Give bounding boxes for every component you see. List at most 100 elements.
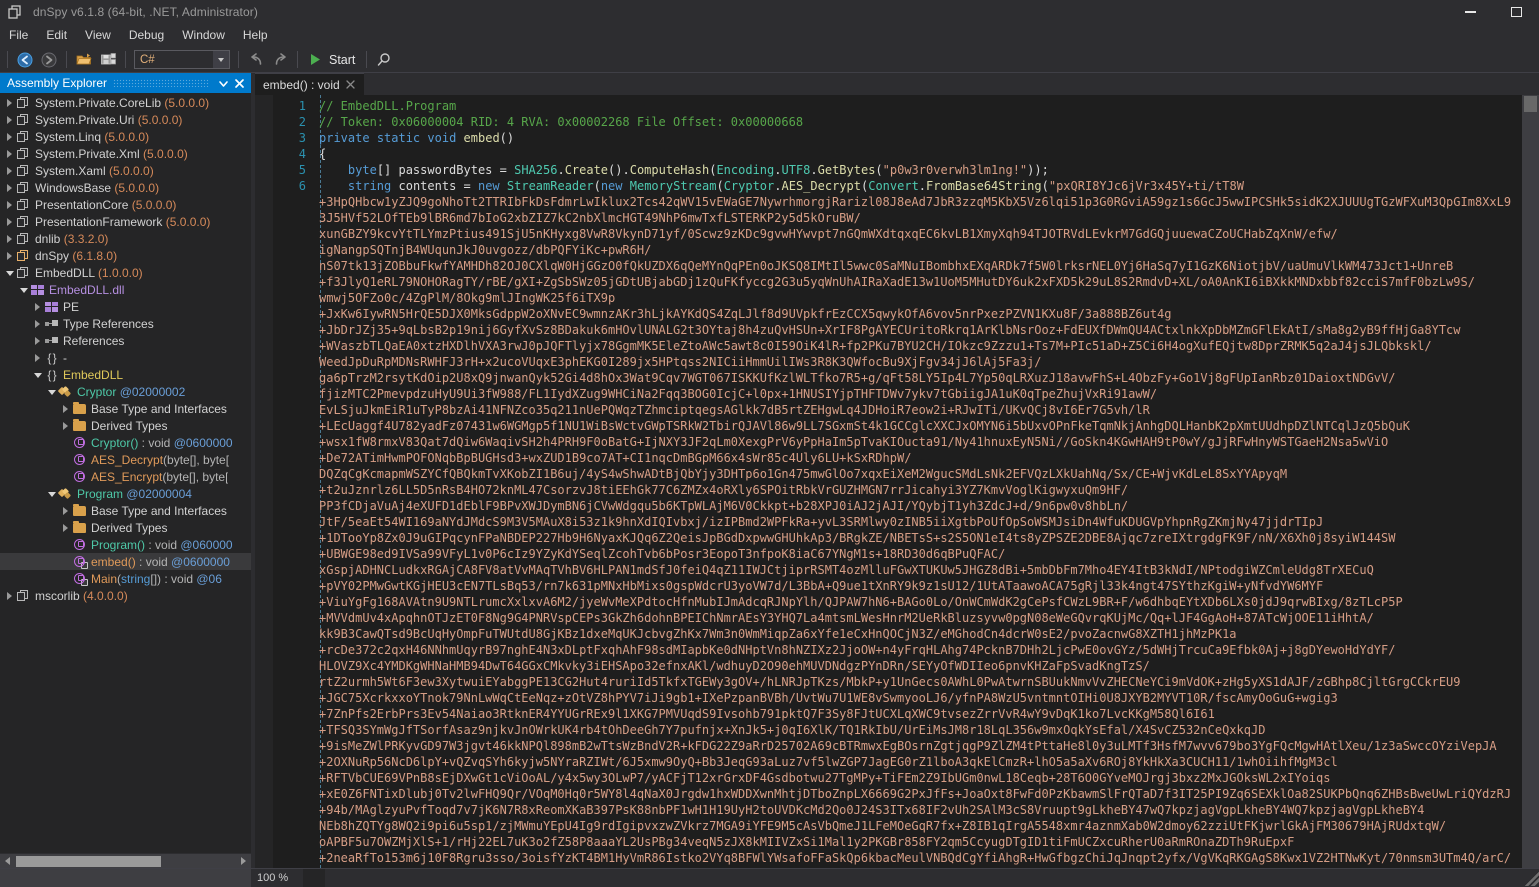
tree-node[interactable]: Cryptor() : void @0600000 — [0, 434, 251, 451]
tree-node[interactable]: { } EmbedDLL — [0, 366, 251, 383]
redo-icon[interactable] — [268, 49, 292, 71]
menu-item-debug[interactable]: Debug — [120, 25, 173, 47]
code-line-continuation: +2OXNuRp56NcD6lpY+vQZvqSYh6kyjw5NYraRZIW… — [273, 754, 1522, 770]
tree-node[interactable]: Derived Types — [0, 519, 251, 536]
tree-node[interactable]: Base Type and Interfaces — [0, 400, 251, 417]
expander-collapsed-icon[interactable] — [32, 298, 43, 315]
expander-collapsed-icon[interactable] — [32, 349, 43, 366]
save-all-icon[interactable] — [96, 49, 120, 71]
tree-node[interactable]: Type References — [0, 315, 251, 332]
tree-node[interactable]: EmbedDLL.dll — [0, 281, 251, 298]
expander-collapsed-icon[interactable] — [32, 315, 43, 332]
tree-node[interactable]: AES_Encrypt(byte[], byte[ — [0, 468, 251, 485]
expander-expanded-icon[interactable] — [18, 281, 29, 298]
start-button[interactable]: Start — [303, 49, 361, 71]
menu-item-edit[interactable]: Edit — [37, 25, 76, 47]
expander-collapsed-icon[interactable] — [60, 417, 71, 434]
expander-collapsed-icon[interactable] — [60, 400, 71, 417]
toolbar-separator — [366, 51, 368, 68]
tree-node[interactable]: embed() : void @0600000 — [0, 553, 251, 570]
panel-close-x-icon[interactable] — [231, 74, 247, 92]
expander-collapsed-icon[interactable] — [60, 519, 71, 536]
tree-node[interactable]: dnSpy (6.1.8.0) — [0, 247, 251, 264]
tree-node[interactable]: PresentationCore (5.0.0.0) — [0, 196, 251, 213]
line-number — [273, 210, 315, 226]
panel-menu-chevron-down-icon[interactable] — [215, 74, 231, 92]
expander-collapsed-icon[interactable] — [4, 145, 15, 162]
expander-collapsed-icon[interactable] — [4, 247, 15, 264]
zoom-level[interactable]: 100 % — [251, 869, 303, 887]
code-line-continuation: xGspjADHNCLudkxRGAjCA8FV8atVvMAqTVhBV6HL… — [273, 562, 1522, 578]
scroll-right-arrow[interactable] — [236, 854, 251, 869]
expander-collapsed-icon[interactable] — [4, 179, 15, 196]
maximize-button[interactable] — [1493, 0, 1539, 24]
tree-node[interactable]: Cryptor @02000002 — [0, 383, 251, 400]
expander-expanded-icon[interactable] — [46, 383, 57, 400]
expander-collapsed-icon[interactable] — [4, 128, 15, 145]
title-bar: dnSpy v6.1.8 (64-bit, .NET, Administrato… — [0, 0, 1539, 24]
tree-node[interactable]: dnlib (3.3.2.0) — [0, 230, 251, 247]
expander-expanded-icon[interactable] — [4, 264, 15, 281]
tree-node[interactable]: AES_Decrypt(byte[], byte[ — [0, 451, 251, 468]
expander-collapsed-icon[interactable] — [4, 94, 15, 111]
search-magnifier-icon[interactable] — [372, 49, 396, 71]
chevron-down-icon[interactable] — [213, 51, 229, 68]
tree-node[interactable]: Program @02000004 — [0, 485, 251, 502]
minimize-button[interactable] — [1447, 0, 1493, 24]
menu-item-view[interactable]: View — [76, 25, 120, 47]
vscroll-thumb[interactable] — [1524, 96, 1537, 112]
menu-item-help[interactable]: Help — [234, 25, 277, 47]
module-icon — [31, 284, 44, 295]
tree-node[interactable]: System.Linq (5.0.0.0) — [0, 128, 251, 145]
code-text[interactable]: 1 // EmbedDLL.Program 2 // Token: 0x0600000… — [273, 95, 1522, 868]
tree-node[interactable]: References — [0, 332, 251, 349]
forward-arrow-icon[interactable] — [37, 49, 61, 71]
tab-embed[interactable]: embed() : void — [255, 73, 364, 95]
menu-item-file[interactable]: File — [0, 25, 37, 47]
tree-node-label: - — [63, 350, 67, 365]
panel-drag-dots[interactable] — [113, 79, 209, 87]
line-content: // EmbedDLL.Program — [319, 99, 457, 113]
line-number — [273, 738, 315, 754]
tree-node[interactable]: Base Type and Interfaces — [0, 502, 251, 519]
tree-node[interactable]: PE — [0, 298, 251, 315]
tree-node[interactable]: Program() : void @060000 — [0, 536, 251, 553]
expander-collapsed-icon[interactable] — [4, 587, 15, 604]
expander-expanded-icon[interactable] — [32, 366, 43, 383]
open-folder-icon[interactable] — [72, 49, 96, 71]
hscroll-thumb[interactable] — [16, 855, 161, 867]
line-content: +9isMeZWlPRKyvGD97W3jgvt46kkNPQl898mB2wT… — [319, 739, 1497, 753]
back-arrow-icon[interactable] — [13, 49, 37, 71]
menu-item-window[interactable]: Window — [173, 25, 234, 47]
scroll-left-arrow[interactable] — [0, 854, 15, 869]
expander-collapsed-icon[interactable] — [4, 162, 15, 179]
tree-node[interactable]: mscorlib (4.0.0.0) — [0, 587, 251, 604]
tree-node[interactable]: WindowsBase (5.0.0.0) — [0, 179, 251, 196]
tree-node[interactable]: System.Private.CoreLib (5.0.0.0) — [0, 94, 251, 111]
expander-collapsed-icon[interactable] — [4, 213, 15, 230]
expander-collapsed-icon[interactable] — [4, 111, 15, 128]
tree-node[interactable]: System.Private.Uri (5.0.0.0) — [0, 111, 251, 128]
menu-bar: File Edit View Debug Window Help — [0, 24, 1539, 47]
expander-collapsed-icon[interactable] — [60, 502, 71, 519]
resize-grip-icon[interactable] — [1523, 870, 1539, 886]
expander-collapsed-icon[interactable] — [32, 332, 43, 349]
code-line-continuation: wmwj5OFZo0c/4ZgPlM/8Okg9mlJIngWK25f6iTX9… — [273, 290, 1522, 306]
line-number — [273, 194, 315, 210]
tree-node[interactable]: { } - — [0, 349, 251, 366]
expander-collapsed-icon[interactable] — [4, 196, 15, 213]
expander-collapsed-icon[interactable] — [4, 230, 15, 247]
tree-node[interactable]: EmbedDLL (1.0.0.0) — [0, 264, 251, 281]
language-combo[interactable]: C# — [134, 50, 230, 69]
expander-expanded-icon[interactable] — [46, 485, 57, 502]
tree-node[interactable]: PresentationFramework (5.0.0.0) — [0, 213, 251, 230]
assembly-tree-hscrollbar[interactable] — [0, 853, 251, 868]
tree-node[interactable]: Derived Types — [0, 417, 251, 434]
tree-node[interactable]: System.Xaml (5.0.0.0) — [0, 162, 251, 179]
code-vscrollbar[interactable] — [1522, 95, 1539, 868]
tree-node[interactable]: System.Private.Xml (5.0.0.0) — [0, 145, 251, 162]
tree-node[interactable]: Main(string[]) : void @06 — [0, 570, 251, 587]
undo-icon[interactable] — [244, 49, 268, 71]
assembly-tree[interactable]: System.Private.CoreLib (5.0.0.0) System.P… — [0, 93, 251, 853]
tab-close-x-icon[interactable] — [342, 76, 360, 94]
